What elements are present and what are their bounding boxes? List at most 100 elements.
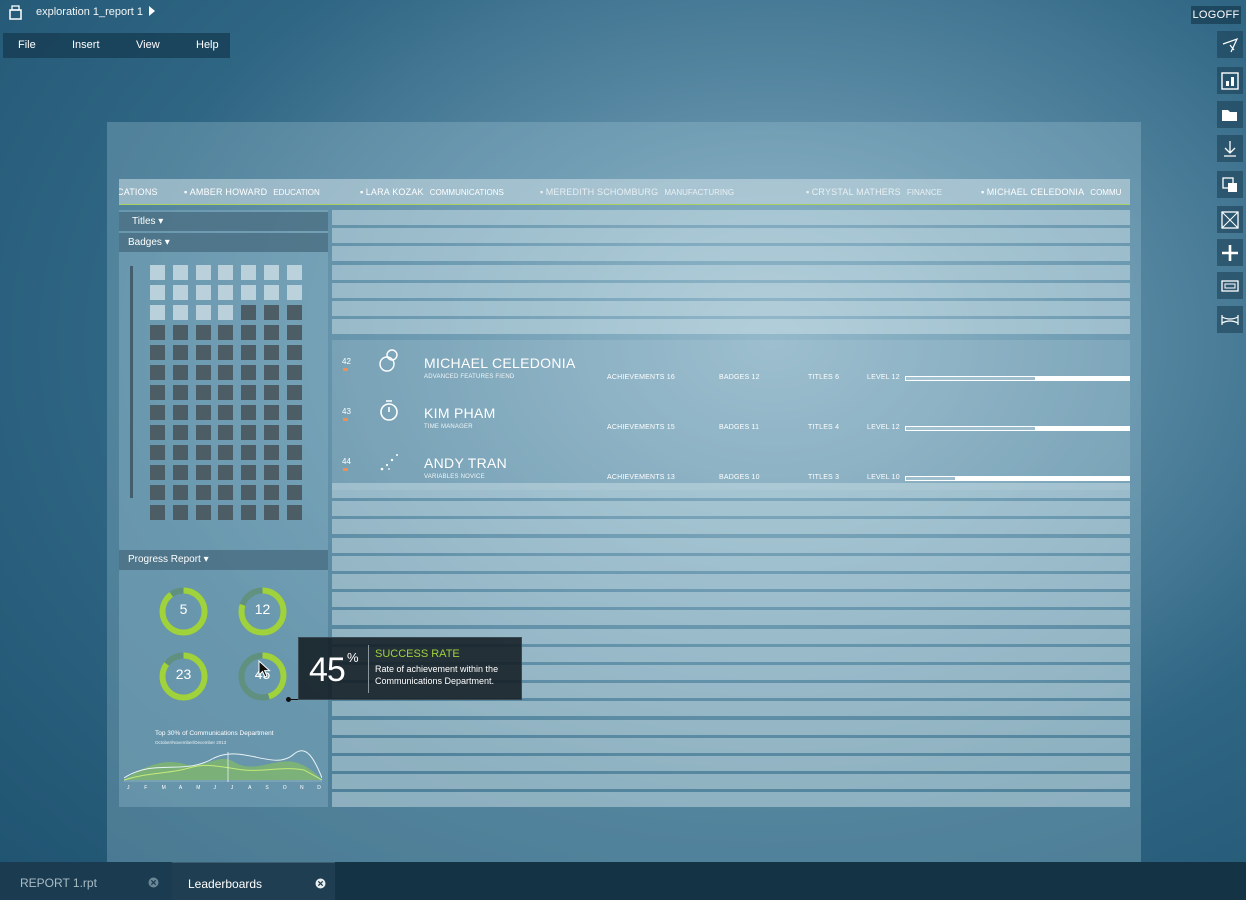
badge-tile[interactable] [264,345,279,360]
badge-tile[interactable] [286,305,302,320]
badge-tile[interactable] [264,485,279,500]
badge-tile[interactable] [286,465,302,480]
badge-tile[interactable] [241,485,257,500]
player-name[interactable]: KIM PHAM [424,405,496,421]
close-icon[interactable] [315,878,326,889]
progress-ring[interactable]: 5 [158,586,209,637]
badge-tile[interactable] [172,325,188,340]
badge-tile[interactable] [195,445,211,460]
badge-tile[interactable] [218,345,234,360]
badge-tile[interactable] [241,505,257,520]
badge-tile[interactable] [241,405,257,420]
badge-tile[interactable] [195,345,211,360]
menu-view[interactable]: View [136,39,160,51]
open-folder-button[interactable] [1217,101,1243,128]
play-icon[interactable] [149,6,156,16]
badge-tile[interactable] [195,305,211,320]
badge-tile[interactable] [172,405,188,420]
badge-tile[interactable] [195,465,211,480]
tab-report-1[interactable]: REPORT 1.rpt [0,862,172,900]
badge-tile[interactable] [264,465,279,480]
badge-tile[interactable] [172,285,188,300]
badges-scrollbar[interactable] [130,266,133,498]
badge-tile[interactable] [264,445,279,460]
badge-tile[interactable] [218,485,234,500]
badge-tile[interactable] [172,345,188,360]
badge-tile[interactable] [218,285,234,300]
badge-tile[interactable] [264,325,279,340]
badge-tile[interactable] [286,365,302,380]
home-icon[interactable] [9,5,22,20]
menu-help[interactable]: Help [196,39,219,51]
progress-report-dropdown[interactable]: Progress Report ▾ [119,550,328,570]
badge-tile[interactable] [286,285,302,300]
badge-tile[interactable] [218,445,234,460]
badge-tile[interactable] [264,305,279,320]
leaderboard-row[interactable]: 44 ANDY TRAN VARIABLES NOVICE ACHIEVEMEN… [332,445,1130,485]
badge-tile[interactable] [218,325,234,340]
leaderboard-row[interactable]: 43 KIM PHAM TIME MANAGER ACHIEVEMENTS 15… [332,395,1130,435]
badge-tile[interactable] [195,265,211,280]
menu-insert[interactable]: Insert [72,39,100,51]
badge-tile[interactable] [195,385,211,400]
badge-tile[interactable] [150,505,165,520]
badge-tile[interactable] [241,365,257,380]
badge-tile[interactable] [195,405,211,420]
badge-tile[interactable] [286,325,302,340]
stretch-button[interactable] [1217,306,1243,333]
badge-tile[interactable] [172,465,188,480]
badge-tile[interactable] [241,465,257,480]
tab-leaderboards[interactable]: Leaderboards [172,862,335,900]
badge-tile[interactable] [150,345,165,360]
badge-tile[interactable] [241,425,257,440]
badge-tile[interactable] [150,325,165,340]
badge-tile[interactable] [172,425,188,440]
badge-tile[interactable] [218,405,234,420]
badge-tile[interactable] [172,305,188,320]
badge-tile[interactable] [218,305,234,320]
badges-dropdown[interactable]: Badges ▾ [119,233,328,252]
badge-tile[interactable] [286,485,302,500]
badge-tile[interactable] [241,285,257,300]
badge-tile[interactable] [172,505,188,520]
badge-tile[interactable] [264,385,279,400]
names-ticker-item[interactable]: ▪ MEREDITH SCHOMBURG MANUFACTURING [540,187,734,197]
badge-tile[interactable] [195,425,211,440]
badge-tile[interactable] [195,505,211,520]
badge-tile[interactable] [150,365,165,380]
badge-tile[interactable] [286,405,302,420]
badge-tile[interactable] [195,325,211,340]
badge-tile[interactable] [195,365,211,380]
crop-button[interactable] [1217,206,1243,233]
menu-file[interactable]: File [18,39,36,51]
badge-tile[interactable] [150,305,165,320]
badge-tile[interactable] [241,445,257,460]
badge-tile[interactable] [286,265,302,280]
badge-tile[interactable] [150,405,165,420]
player-name[interactable]: MICHAEL CELEDONIA [424,355,576,371]
names-ticker-item[interactable]: ▪ MICHAEL CELEDONIA COMMU [981,187,1121,197]
badge-tile[interactable] [264,285,279,300]
badge-tile[interactable] [241,265,257,280]
badge-tile[interactable] [218,365,234,380]
badge-tile[interactable] [218,385,234,400]
badge-tile[interactable] [286,345,302,360]
badge-tile[interactable] [264,405,279,420]
badge-tile[interactable] [241,305,257,320]
badge-tile[interactable] [241,345,257,360]
names-ticker-item[interactable]: ▪ CRYSTAL MATHERS FINANCE [806,187,942,197]
badge-tile[interactable] [150,445,165,460]
add-button[interactable] [1217,239,1243,266]
badge-tile[interactable] [241,385,257,400]
badge-tile[interactable] [172,485,188,500]
badge-tile[interactable] [172,365,188,380]
titles-dropdown[interactable]: Titles ▾ [119,212,328,231]
chart-tool-button[interactable] [1217,67,1243,94]
frame-button[interactable] [1217,272,1243,299]
badge-tile[interactable] [195,285,211,300]
badge-tile[interactable] [264,505,279,520]
badge-tile[interactable] [150,385,165,400]
badge-tile[interactable] [150,465,165,480]
badge-tile[interactable] [241,325,257,340]
badge-tile[interactable] [195,485,211,500]
